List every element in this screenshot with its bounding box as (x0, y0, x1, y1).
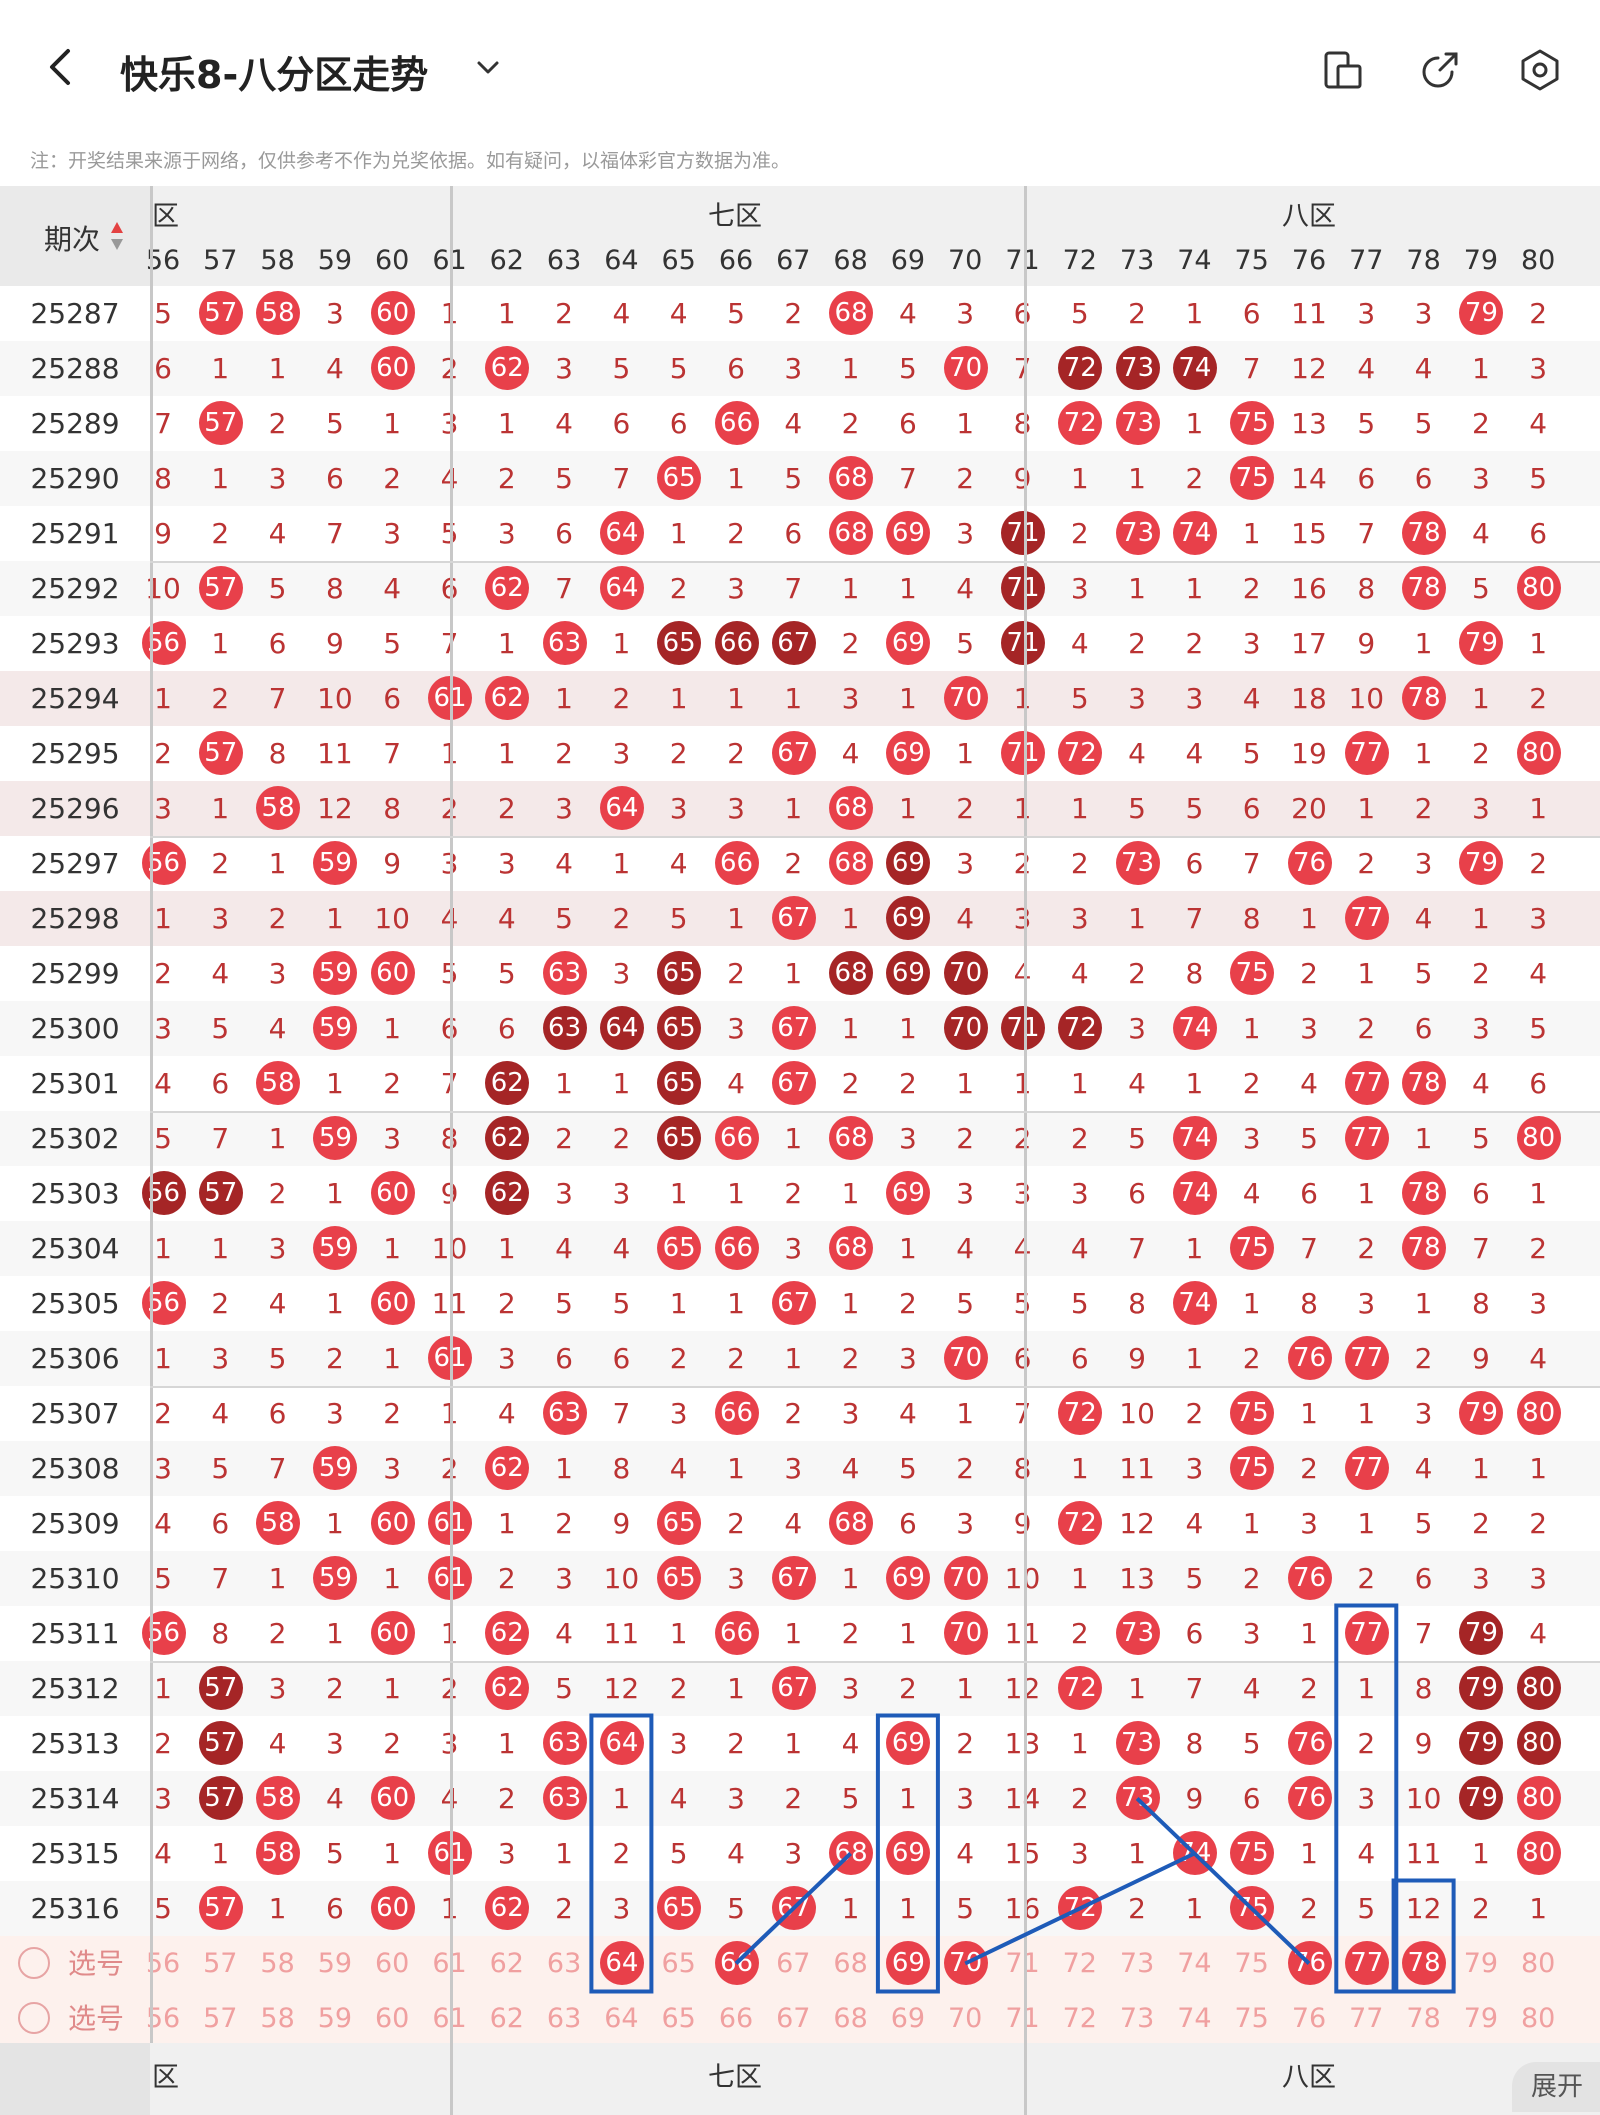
annotation-box-64 (589, 1713, 654, 1994)
annotation-box-78 (1391, 1878, 1456, 1994)
annotation-box-77 (1334, 1603, 1399, 1994)
annotation-line (734, 1852, 852, 1965)
annotation-line (964, 1851, 1196, 1966)
annotation-overlay (589, 1603, 1456, 1994)
annotation-box-69 (875, 1713, 940, 1994)
annotation-line (1135, 1797, 1311, 1965)
